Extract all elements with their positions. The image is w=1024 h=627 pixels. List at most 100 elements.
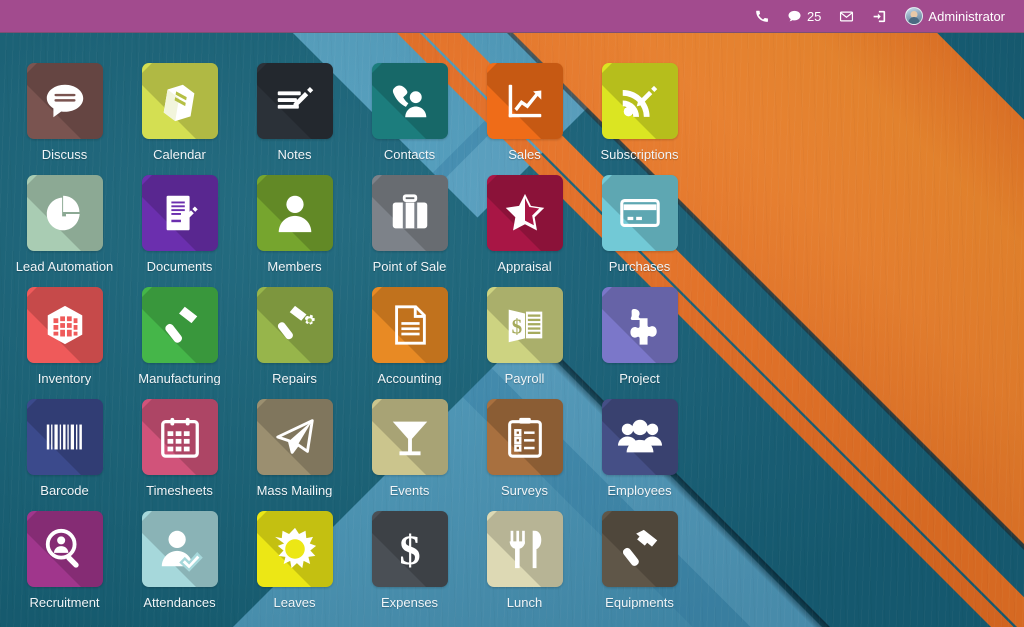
app-timesheets[interactable]: Timesheets <box>122 399 237 511</box>
app-subscriptions[interactable]: Subscriptions <box>582 63 697 175</box>
puzzle-piece-icon <box>616 301 664 349</box>
app-leaves[interactable]: Leaves <box>237 511 352 623</box>
app-members[interactable]: Members <box>237 175 352 287</box>
app-label: Discuss <box>41 148 88 161</box>
app-notes[interactable]: Notes <box>237 63 352 175</box>
app-label: Inventory <box>37 372 92 385</box>
messages-button[interactable]: 25 <box>778 0 830 33</box>
app-tile <box>601 175 678 251</box>
app-accounting[interactable]: Accounting <box>352 287 467 399</box>
sign-in-icon <box>872 9 887 24</box>
app-surveys[interactable]: Surveys <box>467 399 582 511</box>
app-lunch[interactable]: Lunch <box>467 511 582 623</box>
user-name-label: Administrator <box>928 8 1005 24</box>
app-label: Lead Automation <box>15 260 114 273</box>
app-tile <box>601 399 678 475</box>
app-row: Discuss Calendar Notes Contacts Sales Su… <box>0 63 1024 175</box>
app-label: Accounting <box>377 372 442 385</box>
app-sales[interactable]: Sales <box>467 63 582 175</box>
discuss-icon <box>41 77 89 125</box>
notes-pencil-icon <box>271 77 319 125</box>
app-tile: $ <box>371 511 448 587</box>
half-star-icon <box>501 189 549 237</box>
app-tile <box>256 175 333 251</box>
avatar <box>905 7 924 25</box>
user-menu[interactable]: Administrator <box>896 0 1014 33</box>
app-point-of-sale[interactable]: Point of Sale <box>352 175 467 287</box>
app-repairs[interactable]: Repairs <box>237 287 352 399</box>
app-attendances[interactable]: Attendances <box>122 511 237 623</box>
app-purchases[interactable]: Purchases <box>582 175 697 287</box>
app-mass-mailing[interactable]: Mass Mailing <box>237 399 352 511</box>
app-lead-automation[interactable]: Lead Automation <box>7 175 122 287</box>
app-label: Expenses <box>380 596 439 609</box>
app-label: Leaves <box>273 596 316 609</box>
top-system-bar: 25 Administrator <box>0 0 1024 33</box>
document-edit-icon <box>156 189 204 237</box>
people-group-icon <box>616 413 664 461</box>
payslip-dollar-icon: $ <box>501 301 549 349</box>
contacts-phone-icon <box>386 77 434 125</box>
sun-icon <box>271 525 319 573</box>
hammer-icon <box>156 301 204 349</box>
svg-text:$: $ <box>399 527 420 572</box>
app-tile <box>601 63 678 139</box>
dollar-sign-icon: $ <box>386 525 434 573</box>
calendar-grid-icon <box>156 413 204 461</box>
member-person-icon <box>271 189 319 237</box>
app-discuss[interactable]: Discuss <box>7 63 122 175</box>
app-label: Appraisal <box>497 260 552 273</box>
app-tile <box>141 287 218 363</box>
app-label: Surveys <box>501 484 548 497</box>
app-events[interactable]: Events <box>352 399 467 511</box>
app-tile <box>371 63 448 139</box>
app-tile <box>26 399 103 475</box>
app-project[interactable]: Project <box>582 287 697 399</box>
app-employees[interactable]: Employees <box>582 399 697 511</box>
app-label: Timesheets <box>146 484 213 497</box>
app-label: Payroll <box>504 372 545 385</box>
app-payroll[interactable]: $ Payroll <box>467 287 582 399</box>
barcode-icon <box>41 413 89 461</box>
app-recruitment[interactable]: Recruitment <box>7 511 122 623</box>
svg-text:$: $ <box>511 315 522 339</box>
app-tile <box>141 511 218 587</box>
phone-button[interactable] <box>746 0 778 33</box>
app-documents[interactable]: Documents <box>122 175 237 287</box>
app-appraisal[interactable]: Appraisal <box>467 175 582 287</box>
chat-bubble-icon <box>787 9 802 24</box>
app-tile <box>601 287 678 363</box>
app-label: Repairs <box>272 372 317 385</box>
app-equipments[interactable]: Equipments <box>582 511 697 623</box>
app-calendar[interactable]: Calendar <box>122 63 237 175</box>
app-manufacturing[interactable]: Manufacturing <box>122 287 237 399</box>
app-row: Inventory Manufacturing Repairs Accounti… <box>0 287 1024 399</box>
app-label: Attendances <box>143 596 216 609</box>
app-tile <box>26 63 103 139</box>
logout-button[interactable] <box>863 0 896 33</box>
clipboard-list-icon <box>501 413 549 461</box>
app-label: Calendar <box>153 148 206 161</box>
paper-plane-icon <box>271 413 319 461</box>
cocktail-glass-icon <box>386 413 434 461</box>
hammer-gear-icon <box>271 301 319 349</box>
app-label: Equipments <box>605 596 674 609</box>
app-label: Barcode <box>40 484 89 497</box>
app-barcode[interactable]: Barcode <box>7 399 122 511</box>
app-tile <box>256 63 333 139</box>
fork-knife-icon <box>501 525 549 573</box>
app-tile <box>141 175 218 251</box>
envelope-icon <box>839 9 854 24</box>
app-contacts[interactable]: Contacts <box>352 63 467 175</box>
sales-chart-icon <box>501 77 549 125</box>
app-tile <box>256 399 333 475</box>
app-row: Barcode Timesheets Mass Mailing Events S… <box>0 399 1024 511</box>
app-expenses[interactable]: $ Expenses <box>352 511 467 623</box>
app-inventory[interactable]: Inventory <box>7 287 122 399</box>
app-tile <box>26 287 103 363</box>
mail-button[interactable] <box>830 0 863 33</box>
app-label: Project <box>619 372 660 385</box>
app-label: Members <box>267 260 322 273</box>
app-tile <box>26 511 103 587</box>
app-tile <box>486 511 563 587</box>
